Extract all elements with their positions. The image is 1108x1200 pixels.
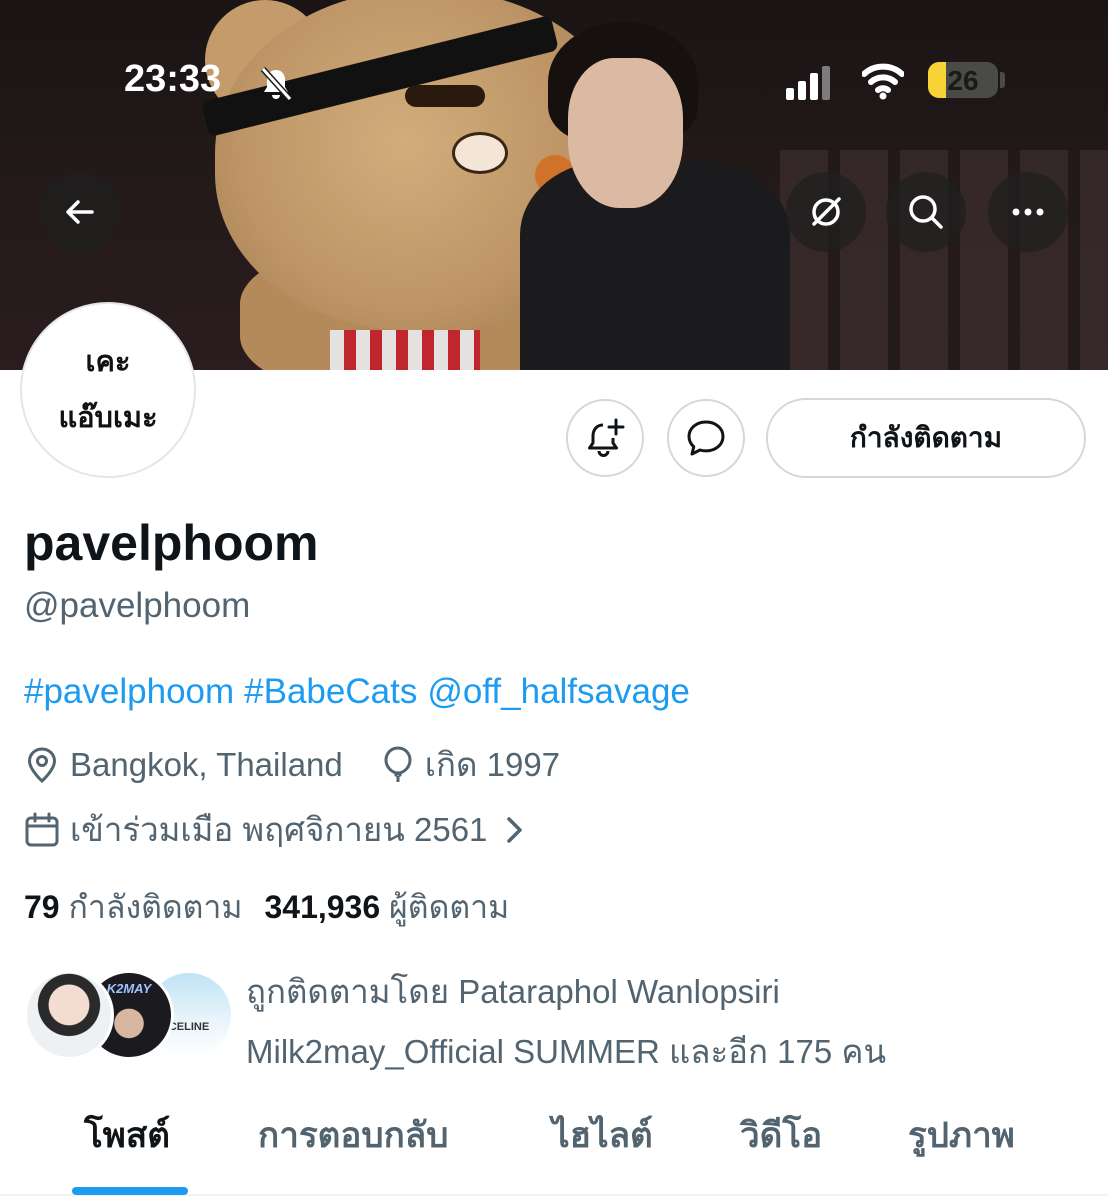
birth-text: เกิด 1997 (424, 746, 561, 783)
tab-videos[interactable]: วิดีโอ (740, 1108, 822, 1163)
birth-group: เกิด 1997 (381, 738, 560, 791)
message-button[interactable] (667, 399, 745, 477)
bio-mention-off-halfsavage[interactable]: @off_halfsavage (427, 672, 690, 711)
profile-meta-row: Bangkok, Thailand เกิด 1997 (24, 738, 560, 791)
notifications-button[interactable] (566, 399, 644, 477)
banner-person-face (568, 58, 683, 208)
joined-text: เข้าร่วมเมือ พฤศจิกายน 2561 (70, 811, 488, 848)
followed-by-text[interactable]: ถูกติดตามโดย Pataraphol Wanlopsiri Milk2… (246, 962, 886, 1082)
followed-by-line-1: ถูกติดตามโดย Pataraphol Wanlopsiri (246, 973, 780, 1010)
battery-indicator: 26 (928, 62, 998, 98)
back-button[interactable] (40, 172, 120, 252)
tab-posts[interactable]: โพสต์ (84, 1108, 170, 1163)
tab-photos[interactable]: รูปภาพ (908, 1108, 1015, 1163)
tab-replies[interactable]: การตอบกลับ (258, 1108, 448, 1163)
joined-row[interactable]: เข้าร่วมเมือ พฤศจิกายน 2561 (24, 803, 529, 856)
avatar-text-line-2: แอ๊บเมะ (58, 402, 158, 434)
message-icon (687, 420, 725, 456)
profile-avatar[interactable]: เคะ แอ๊บเมะ (20, 302, 196, 478)
tab-highlights[interactable]: ไฮไลต์ (552, 1108, 653, 1163)
profile-tabs: โพสต์ การตอบกลับ ไฮไลต์ วิดีโอ รูปภาพ (0, 1108, 1108, 1200)
signal-icon (786, 66, 830, 100)
avatar (24, 970, 114, 1060)
more-button[interactable] (988, 172, 1068, 252)
following-stat[interactable]: 79 กำลังติดตาม (24, 889, 242, 925)
followers-stat[interactable]: 341,936 ผู้ติดตาม (264, 889, 509, 925)
status-time: 23:33 (124, 58, 222, 100)
bio-hashtag-babecats[interactable]: #BabeCats (244, 672, 417, 711)
banner-striped-shirt (330, 330, 480, 370)
search-icon (909, 195, 943, 229)
follow-counts: 79 กำลังติดตาม 341,936 ผู้ติดตาม (24, 882, 509, 933)
following-count: 79 (24, 889, 60, 925)
battery-level: 26 (947, 65, 979, 96)
location-icon (27, 746, 57, 783)
grok-button[interactable] (786, 172, 866, 252)
active-tab-indicator (72, 1187, 188, 1195)
calendar-icon (25, 812, 59, 846)
bell-off-icon (260, 66, 293, 102)
chevron-right-icon (507, 816, 523, 843)
more-icon (1012, 208, 1044, 216)
grok-icon (812, 197, 841, 226)
followed-by-avatars[interactable]: CELINE K2MAY (24, 970, 234, 1060)
banner-bear-brow (405, 85, 485, 107)
location-text: Bangkok, Thailand (70, 745, 343, 783)
display-name: pavelphoom (24, 515, 319, 571)
avatar-text-line-1: เคะ (85, 346, 131, 378)
bell-plus-icon (588, 418, 625, 457)
bio: #pavelphoom #BabeCats @off_halfsavage (24, 672, 700, 712)
wifi-icon (862, 63, 904, 100)
followers-count: 341,936 (264, 889, 381, 925)
banner-bear-eye (452, 132, 508, 174)
following-button[interactable]: กำลังติดตาม (766, 398, 1086, 478)
following-label: กำลังติดตาม (68, 889, 243, 925)
arrow-left-icon (66, 200, 94, 224)
bio-hashtag-pavelphoom[interactable]: #pavelphoom (24, 672, 234, 711)
search-button[interactable] (886, 172, 966, 252)
battery-nub (1000, 72, 1005, 88)
username-handle: @pavelphoom (24, 586, 251, 625)
balloon-icon (384, 745, 412, 782)
followers-label: ผู้ติดตาม (389, 889, 510, 925)
followed-by-line-2: Milk2may_Official SUMMER และอีก 175 คน (246, 1033, 887, 1070)
